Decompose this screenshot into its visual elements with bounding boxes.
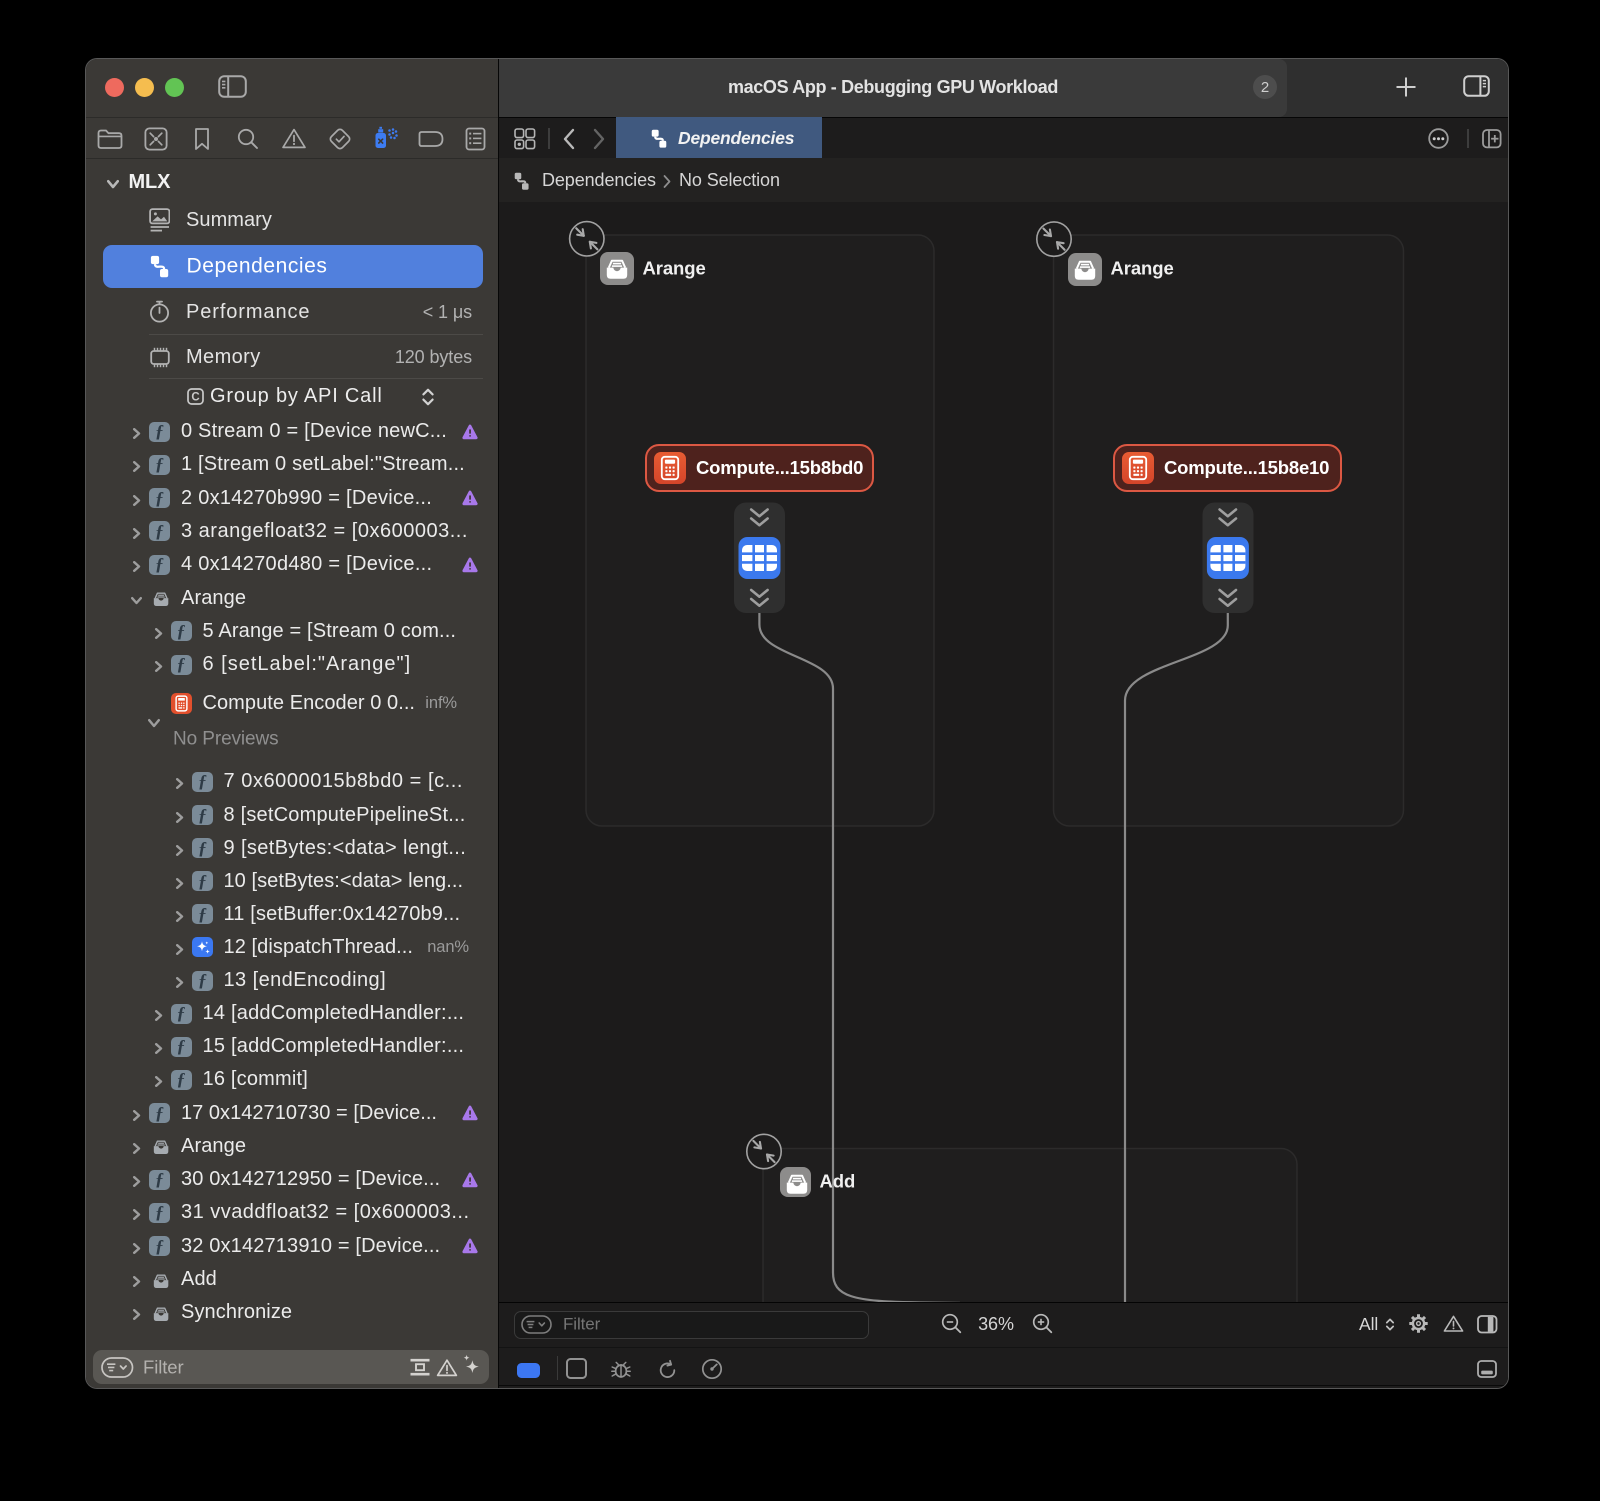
svg-text:C: C (191, 392, 199, 404)
